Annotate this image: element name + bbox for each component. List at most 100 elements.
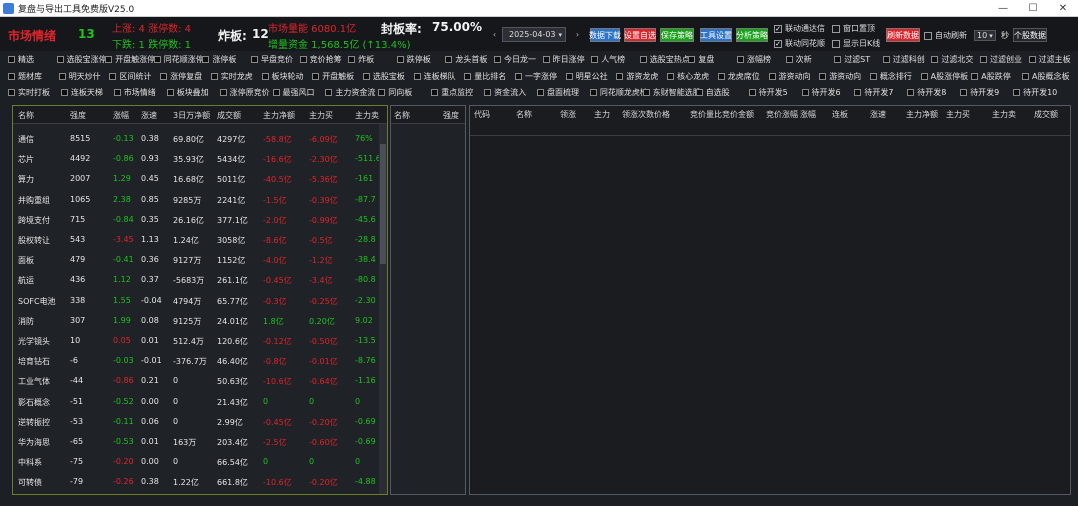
stock-col-header[interactable]: 涨幅: [800, 110, 816, 120]
table-row[interactable]: 消防 307 1.99 0.08 9125万 24.01亿 1.8亿 0.20亿 9.02: [13, 310, 387, 330]
sector-col-header[interactable]: 主力净额: [263, 110, 295, 121]
filter-row3-17[interactable]: 待开发8: [907, 87, 946, 98]
stock-data-button[interactable]: 个股数据: [1013, 28, 1047, 42]
stock-col-header[interactable]: 领涨: [560, 110, 576, 120]
sector-col-header[interactable]: 强度: [70, 110, 86, 121]
filter-row1-20[interactable]: 过滤创业: [980, 54, 1022, 65]
table-row[interactable]: SOFC电池 338 1.55 -0.04 4794万 65.77亿 -0.3亿 -0.25亿…: [13, 290, 387, 310]
filter-row2-16[interactable]: 游资动向: [819, 71, 861, 82]
filter-row1-7[interactable]: 炸板: [348, 54, 374, 65]
filter-row3-10[interactable]: 盘面梳理: [537, 87, 579, 98]
sector-col-header[interactable]: 成交额: [217, 110, 241, 121]
filter-row2-1[interactable]: 明天炒什: [58, 71, 101, 82]
auto-refresh-checkbox[interactable]: 自动刷新: [924, 30, 967, 41]
table-row[interactable]: 芯片 4492 -0.86 0.93 35.93亿 5434亿 -16.6亿 -2.30亿 -5…: [13, 148, 387, 168]
filter-row1-12[interactable]: 人气榜: [591, 54, 625, 65]
filter-row1-15[interactable]: 涨幅榜: [737, 54, 771, 65]
filter-row1-17[interactable]: 过滤ST: [834, 54, 870, 65]
sub-sector-col-header[interactable]: 名称: [394, 110, 410, 121]
stock-col-header[interactable]: 领涨次数: [622, 110, 654, 120]
filter-row2-9[interactable]: 量比排名: [464, 71, 506, 82]
close-button[interactable]: ✕: [1048, 0, 1078, 17]
download-data-button[interactable]: 数据下载: [589, 28, 621, 42]
filter-row3-8[interactable]: 重点监控: [431, 87, 473, 98]
filter-row3-9[interactable]: 资金流入: [484, 87, 526, 98]
filter-row1-16[interactable]: 次新: [785, 54, 812, 65]
filter-row3-15[interactable]: 待开发6: [801, 87, 841, 98]
filter-row1-1[interactable]: 选股宝涨停: [56, 54, 107, 65]
filter-row2-10[interactable]: 一字涨停: [515, 71, 557, 82]
filter-row2-7[interactable]: 选股宝板: [362, 71, 405, 82]
filter-row2-6[interactable]: 开盘触板: [312, 71, 354, 82]
filter-row2-3[interactable]: 涨停复盘: [160, 71, 202, 82]
filter-row3-19[interactable]: 待开发10: [1013, 87, 1057, 98]
prev-date-icon[interactable]: ‹: [489, 28, 500, 41]
table-row[interactable]: 跨境支付 715 -0.84 0.35 26.16亿 377.1亿 -2.0亿 -0.99亿 -…: [13, 209, 387, 229]
date-picker[interactable]: 2025-04-03 ▾: [502, 27, 566, 42]
filter-row2-15[interactable]: 游资动向: [768, 71, 811, 82]
table-row[interactable]: 华为海思 -65 -0.53 0.01 163万 203.4亿 -2.5亿 -0.60亿 -0.…: [13, 431, 387, 451]
filter-row2-17[interactable]: 概念排行: [869, 71, 912, 82]
tool-settings-button[interactable]: 工具设置: [700, 28, 732, 42]
filter-row1-0[interactable]: 精选: [8, 54, 34, 65]
filter-row2-20[interactable]: A股概念板: [1022, 71, 1069, 82]
stock-col-header[interactable]: 代码: [474, 110, 490, 120]
table-row[interactable]: 可转债 -79 -0.26 0.38 1.22亿 661.8亿 -10.6亿 -0.20亿 -4…: [13, 471, 387, 491]
table-row[interactable]: 股权转让 543 -3.45 1.13 1.24亿 3058亿 -8.6亿 -0.5亿 -28.…: [13, 229, 387, 249]
stock-col-header[interactable]: 涨速: [870, 110, 886, 120]
filter-row3-12[interactable]: 东财智能选股: [642, 87, 701, 98]
filter-row1-18[interactable]: 过滤科创: [882, 54, 925, 65]
table-row[interactable]: 通信 8515 -0.13 0.38 69.80亿 4297亿 -58.8亿 -6.09亿 76…: [13, 128, 387, 148]
refresh-data-button[interactable]: 刷新数据: [886, 28, 920, 42]
filter-row1-6[interactable]: 竞价抢筹: [299, 54, 342, 65]
stock-col-header[interactable]: 主力买: [946, 110, 970, 120]
filter-row3-0[interactable]: 实时打板: [8, 87, 50, 98]
linkage-tdx-checkbox[interactable]: ✓ 联动通达信: [774, 23, 825, 34]
show-kline-checkbox[interactable]: 显示日K线: [832, 38, 880, 49]
table-row[interactable]: 培育钻石 -6 -0.03 -0.01 -376.7万 46.40亿 -0.8亿 -0.01亿…: [13, 350, 387, 370]
stock-col-header[interactable]: 价格: [654, 110, 670, 120]
filter-row3-2[interactable]: 市场情绪: [113, 87, 156, 98]
filter-row1-10[interactable]: 今日龙一: [494, 54, 536, 65]
table-row[interactable]: 光学镜头 10 0.05 0.01 512.4万 120.6亿 -0.12亿 -0.50亿 -1…: [13, 330, 387, 350]
filter-row3-5[interactable]: 最强风口: [272, 87, 315, 98]
filter-row2-2[interactable]: 区间统计: [109, 71, 151, 82]
filter-row1-19[interactable]: 过滤北交: [931, 54, 973, 65]
filter-row2-19[interactable]: A股跌停: [971, 71, 1011, 82]
minimize-button[interactable]: —: [988, 0, 1018, 17]
stock-col-header[interactable]: 名称: [516, 110, 532, 120]
filter-row2-11[interactable]: 明星公社: [565, 71, 608, 82]
filter-row1-4[interactable]: 涨停板: [202, 54, 236, 65]
filter-row1-5[interactable]: 早盘竞价: [251, 54, 293, 65]
stock-col-header[interactable]: 竞价量比: [690, 110, 722, 120]
filter-row2-12[interactable]: 游资龙虎: [616, 71, 658, 82]
filter-row3-4[interactable]: 涨停原竞价: [219, 87, 270, 98]
filter-row1-11[interactable]: 昨日涨停: [542, 54, 585, 65]
window-top-checkbox[interactable]: 窗口置顶: [832, 23, 875, 34]
stock-col-header[interactable]: 连板: [832, 110, 848, 120]
sub-sector-col-header[interactable]: 强度: [443, 110, 459, 121]
analyze-strategy-button[interactable]: 分析策略: [736, 28, 768, 42]
sector-scrollbar[interactable]: [379, 124, 387, 494]
stock-col-header[interactable]: 主力净额: [906, 110, 938, 120]
filter-row1-2[interactable]: 开盘触涨停: [105, 54, 155, 65]
save-strategy-button[interactable]: 保存策略: [660, 28, 694, 42]
filter-row1-14[interactable]: 复盘: [688, 54, 714, 65]
filter-row3-7[interactable]: 同向板: [378, 87, 412, 98]
refresh-interval-select[interactable]: 10 ▾: [974, 30, 996, 41]
filter-row1-21[interactable]: 过滤主板: [1028, 54, 1071, 65]
sector-col-header[interactable]: 涨幅: [113, 110, 129, 121]
filter-row1-8[interactable]: 跌停板: [396, 54, 431, 65]
sector-col-header[interactable]: 主力卖: [355, 110, 379, 121]
table-row[interactable]: 面板 479 -0.41 0.36 9127万 1152亿 -4.0亿 -1.2亿 -38.4: [13, 249, 387, 269]
filter-row2-0[interactable]: 题材库: [8, 71, 42, 82]
sector-col-header[interactable]: 名称: [18, 110, 34, 121]
filter-row3-18[interactable]: 待开发9: [960, 87, 999, 98]
linkage-ths-checkbox[interactable]: ✓ 联动同花顺: [774, 38, 825, 49]
set-watchlist-button[interactable]: 设置自选: [624, 28, 656, 42]
filter-row3-14[interactable]: 待开发5: [748, 87, 788, 98]
sector-col-header[interactable]: 涨速: [141, 110, 157, 121]
maximize-button[interactable]: ☐: [1018, 0, 1048, 17]
filter-row3-3[interactable]: 板块叠加: [166, 87, 209, 98]
filter-row3-11[interactable]: 同花顺龙虎榜: [589, 87, 648, 98]
